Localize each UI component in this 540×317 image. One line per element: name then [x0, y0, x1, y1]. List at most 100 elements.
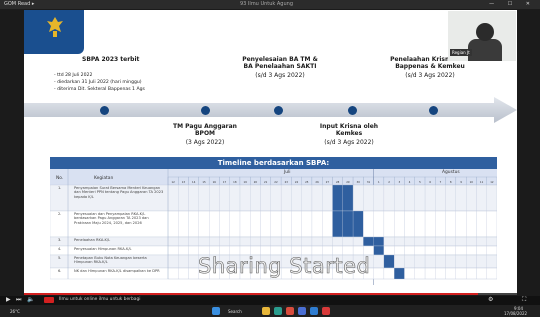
row-activity: Penyesuaian Himpunan RKA-K/L	[74, 247, 132, 251]
window-title: 93 Ilmu Untuk Agung	[240, 1, 293, 7]
gantt-bar-cell	[352, 210, 364, 238]
day-label: 19	[243, 180, 247, 184]
windows-start-icon[interactable]	[212, 307, 220, 315]
note-line: - ttd 28 Juli 2022	[54, 73, 93, 78]
gantt-bar-cell	[332, 210, 343, 238]
row-number: 4.	[58, 247, 62, 251]
presenter-head	[476, 23, 494, 41]
timeline-dot	[348, 106, 357, 115]
player-controls: ▶ ⏭ 🔈 Ilmu untuk online ilmu untuk berba…	[0, 296, 540, 305]
play-icon[interactable]: ▶	[6, 296, 11, 303]
event-title: TM Pagu Anggaran BPOM	[173, 123, 237, 137]
video-progress-fill	[24, 293, 478, 295]
row-number: 5.	[58, 256, 62, 260]
mail-icon[interactable]	[310, 307, 318, 315]
presenter-body	[468, 39, 502, 61]
volume-icon[interactable]: 🔈	[27, 296, 34, 303]
timeline-dot	[429, 106, 438, 115]
note-line: - diterima Dit. Sekteral Bappenas 1 Ags	[54, 87, 145, 92]
video-progress-bar[interactable]	[24, 293, 517, 295]
day-label: 30	[357, 180, 361, 184]
row-activity: Penelaahan RKA-K/L	[74, 238, 111, 242]
event-ba-tm: Penyelesaian BA TM & BA Penelaahan SAKTI…	[242, 56, 318, 79]
windows-taskbar: 26°C Search 9:04 17/08/2022	[0, 305, 540, 317]
clock-date[interactable]: 17/08/2022	[504, 311, 527, 316]
day-label: 23	[285, 180, 289, 184]
gantt-bar-cell	[373, 245, 385, 256]
gantt-bar-cell	[332, 184, 343, 212]
day-label: 28	[336, 180, 340, 184]
taskbar-search[interactable]: Search	[228, 309, 242, 314]
store-icon[interactable]	[298, 307, 306, 315]
gantt-bar-cell	[383, 254, 395, 269]
live-badge	[44, 297, 54, 303]
table-title: Timeline berdasarkan SBPA:	[50, 157, 497, 169]
garuda-logo	[24, 10, 84, 54]
event-title: SBPA 2023 terbit	[82, 56, 140, 63]
fullscreen-icon[interactable]: ⛶	[522, 296, 526, 304]
day-label: 17	[223, 180, 227, 184]
note-line: - diedarkan 31 Juli 2022 (hari minggu)	[54, 80, 142, 85]
event-date: (s/d 3 Ags 2022)	[405, 72, 455, 79]
day-label: 22	[274, 180, 278, 184]
day-label: 31	[367, 180, 371, 184]
app-title[interactable]: GOM Read ▸	[4, 0, 34, 9]
timeline-dot	[201, 106, 210, 115]
row-number: 3.	[58, 238, 62, 242]
row-activity: Penyampaian Surat Bersama Menteri Keuang…	[74, 186, 164, 199]
player-caption: Ilmu untuk online ilmu untuk berbagi	[59, 297, 141, 302]
player-app-icon[interactable]	[322, 307, 330, 315]
day-label: 26	[315, 180, 319, 184]
chrome-icon[interactable]	[286, 307, 294, 315]
event-title: Penyelesaian BA TM & BA Penelaahan SAKTI	[242, 56, 318, 70]
row-number: 1.	[58, 186, 62, 190]
row-activity: Penetapan Buku Nota Keuangan beserta Him…	[74, 256, 147, 265]
edge-icon[interactable]	[274, 307, 282, 315]
settings-icon[interactable]: ⚙	[488, 296, 493, 303]
day-label: 18	[233, 180, 237, 184]
row-number: 6.	[58, 269, 62, 273]
event-date: (3 Ags 2022)	[185, 139, 225, 146]
presentation-slide: SBPA 2023 terbit - ttd 28 Juli 2022 - di…	[24, 10, 517, 295]
gantt-bar-cell	[363, 236, 374, 247]
sbpa-notes: - ttd 28 Juli 2022 - diedarkan 31 Juli 2…	[54, 72, 145, 93]
garuda-icon	[47, 17, 63, 37]
event-input-krisna: Input Krisna oleh Kemkes (s/d 3 Ags 2022…	[314, 123, 384, 146]
event-title: Input Krisna oleh Kemkes	[319, 123, 379, 137]
day-label: 10	[470, 180, 474, 184]
event-date: (s/d 3 Ags 2022)	[255, 72, 305, 79]
next-icon[interactable]: ⏭	[16, 296, 21, 304]
presenter-webcam[interactable]: Regian Jt	[448, 11, 516, 61]
gantt-bar-cell	[373, 236, 385, 247]
row-activity: Penyesuaian dan Penyampaian RKA-K/L berd…	[74, 212, 149, 225]
day-label: 25	[305, 180, 309, 184]
row-activity: NK dan Himpunan RKA-K/L disampaikan ke D…	[74, 269, 160, 273]
day-label: 12	[171, 180, 175, 184]
day-label: 27	[326, 180, 330, 184]
day-label: 24	[295, 180, 299, 184]
day-label: 12	[490, 180, 494, 184]
gantt-bar-cell	[342, 210, 354, 238]
day-label: 29	[346, 180, 350, 184]
weather-temp[interactable]: 26°C	[10, 309, 20, 314]
gantt-bar-cell	[394, 267, 405, 280]
event-sbpa: SBPA 2023 terbit	[82, 56, 162, 63]
sharing-started-overlay: Sharing Started	[198, 254, 371, 279]
row-number: 2.	[58, 212, 62, 216]
day-label: 15	[202, 180, 206, 184]
timeline-arrow	[24, 97, 517, 123]
day-label: 21	[264, 180, 268, 184]
event-date: (s/d 3 Ags 2022)	[324, 139, 374, 146]
day-label: 16	[213, 180, 217, 184]
day-label: 13	[182, 180, 186, 184]
timeline-dot	[100, 106, 109, 115]
day-label: 14	[192, 180, 196, 184]
window-titlebar: GOM Read ▸ 93 Ilmu Untuk Agung — ☐ ✕	[0, 0, 540, 9]
timeline-dot	[274, 106, 283, 115]
presenter-name-tag: Regian Jt	[450, 49, 472, 56]
day-label: 11	[480, 180, 484, 184]
file-explorer-icon[interactable]	[262, 307, 270, 315]
event-tm-pagu: TM Pagu Anggaran BPOM (3 Ags 2022)	[170, 123, 240, 146]
day-label: 20	[254, 180, 258, 184]
window-controls[interactable]: — ☐ ✕	[489, 0, 536, 9]
